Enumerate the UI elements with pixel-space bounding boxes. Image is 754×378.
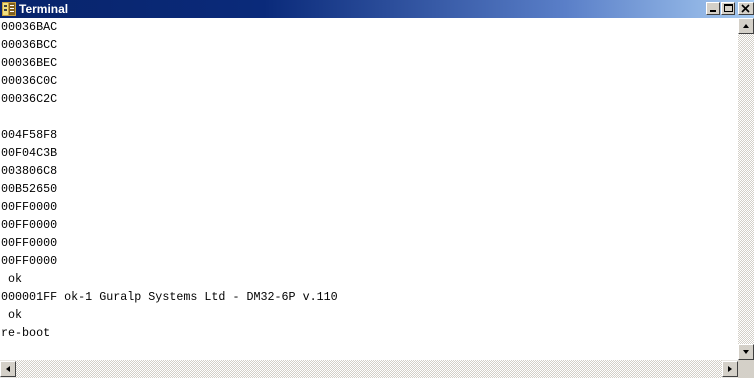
terminal-line: 004F58F8 — [1, 128, 58, 142]
arrow-up-icon — [743, 24, 749, 28]
maximize-icon — [724, 4, 733, 12]
arrow-right-icon — [728, 366, 732, 372]
close-button[interactable] — [738, 2, 754, 15]
terminal-line: ok — [1, 272, 23, 286]
terminal-line: 00036BEC — [1, 56, 58, 70]
vertical-scroll-track[interactable] — [738, 34, 754, 344]
terminal-line: 00F04C3B — [1, 146, 58, 160]
terminal-line: ok — [1, 308, 23, 322]
minimize-button[interactable] — [706, 2, 720, 15]
minimize-icon — [710, 10, 716, 12]
terminal-line: 00FF0000 — [1, 254, 58, 268]
terminal-line: 003806C8 — [1, 164, 58, 178]
horizontal-scroll-track[interactable] — [16, 360, 722, 378]
scrollbar-corner — [738, 360, 754, 378]
terminal-line: 00FF0000 — [1, 200, 58, 214]
scroll-right-button[interactable] — [722, 361, 738, 377]
terminal-line: re-boot — [1, 326, 51, 340]
scroll-down-button[interactable] — [738, 344, 754, 360]
horizontal-scrollbar[interactable] — [0, 360, 738, 378]
arrow-down-icon — [743, 350, 749, 354]
close-icon — [741, 4, 750, 13]
maximize-button[interactable] — [721, 2, 735, 15]
scroll-left-button[interactable] — [0, 361, 16, 377]
scroll-up-button[interactable] — [738, 18, 754, 34]
terminal-app-icon[interactable] — [2, 2, 16, 16]
terminal-line: 000001FF ok-1 Guralp Systems Ltd - DM32-… — [1, 290, 338, 304]
vertical-scrollbar[interactable] — [738, 18, 754, 360]
terminal-line: 00036BCC — [1, 38, 58, 52]
terminal-line: 00FF0000 — [1, 236, 58, 250]
terminal-line: 00036C2C — [1, 92, 58, 106]
terminal-line: 00036C0C — [1, 74, 58, 88]
terminal-output[interactable]: 00036BAC 00036BCC 00036BEC 00036C0C 0003… — [0, 18, 738, 360]
arrow-left-icon — [6, 366, 10, 372]
window-title: Terminal — [19, 2, 69, 16]
terminal-line: 00036BAC — [1, 20, 58, 34]
title-bar[interactable]: Terminal — [0, 0, 754, 18]
terminal-line: 00B52650 — [1, 182, 58, 196]
terminal-line: 00FF0000 — [1, 218, 58, 232]
